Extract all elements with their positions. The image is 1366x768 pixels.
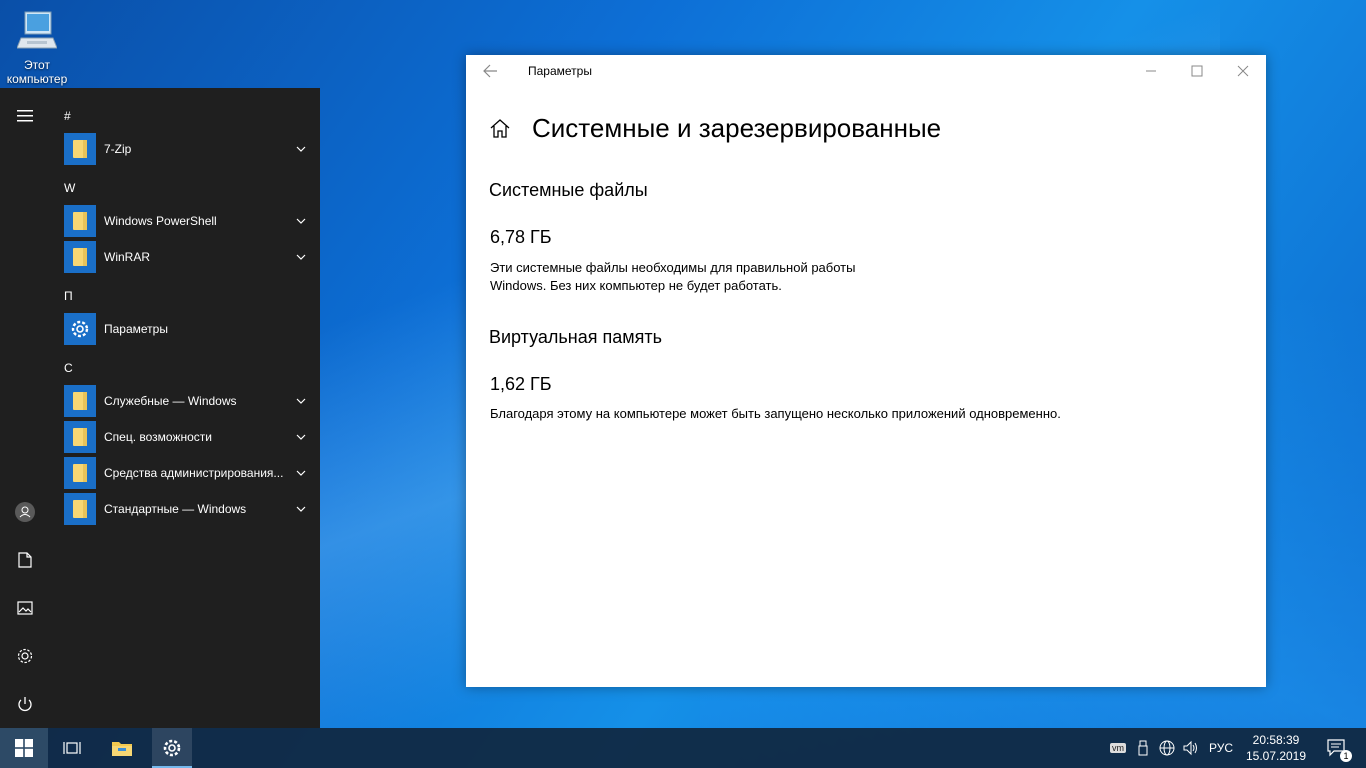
- settings-window: Параметры Системные и зарезервированные …: [466, 55, 1266, 687]
- chevron-down-icon[interactable]: [294, 394, 308, 408]
- user-icon[interactable]: [0, 488, 50, 536]
- app-settings[interactable]: Параметры: [64, 313, 310, 345]
- windows-start-button[interactable]: [0, 728, 48, 768]
- documents-icon[interactable]: [0, 536, 50, 584]
- back-arrow-icon[interactable]: [478, 63, 502, 79]
- settings-taskbar-button[interactable]: [152, 728, 192, 768]
- section-title-virtual-memory: Виртуальная память: [489, 327, 663, 347]
- app-accessories-windows[interactable]: Служебные — Windows: [64, 385, 310, 417]
- maximize-icon[interactable]: [1174, 55, 1220, 87]
- app-7zip[interactable]: 7-Zip: [64, 133, 310, 165]
- virtual-memory-size: 1,62 ГБ: [490, 374, 552, 394]
- action-center-button[interactable]: 1: [1320, 728, 1354, 768]
- gear-icon: [163, 739, 181, 757]
- app-windows-powershell[interactable]: Windows PowerShell: [64, 205, 310, 237]
- virtual-memory-description: Благодаря этому на компьютере может быть…: [490, 405, 1210, 423]
- folder-icon: [64, 457, 96, 489]
- app-winrar[interactable]: WinRAR: [64, 241, 310, 273]
- power-icon[interactable]: [0, 680, 50, 728]
- file-explorer-button[interactable]: [102, 728, 142, 768]
- chevron-down-icon[interactable]: [294, 502, 308, 516]
- app-label: WinRAR: [104, 250, 151, 264]
- settings-icon[interactable]: [0, 632, 50, 680]
- desktop-icon-label-2: компьютер: [6, 72, 68, 86]
- language-indicator[interactable]: РУС: [1206, 728, 1236, 768]
- file-explorer-icon: [112, 742, 132, 756]
- network-globe-icon[interactable]: [1157, 728, 1177, 768]
- system-files-description: Эти системные файлы необходимы для прави…: [490, 259, 910, 295]
- vm-badge: vm: [1110, 743, 1126, 753]
- folder-icon: [64, 133, 96, 165]
- notification-count-badge: 1: [1340, 750, 1352, 762]
- system-files-size: 6,78 ГБ: [490, 227, 552, 247]
- description-line: Эти системные файлы необходимы для прави…: [490, 260, 856, 275]
- chevron-down-icon[interactable]: [294, 466, 308, 480]
- desktop-icon-label-1: Этот: [24, 58, 50, 72]
- chevron-down-icon[interactable]: [294, 250, 308, 264]
- clock-date: 15.07.2019: [1245, 749, 1307, 763]
- group-header-s[interactable]: С: [64, 361, 73, 375]
- usb-icon[interactable]: [1134, 728, 1152, 768]
- volume-icon[interactable]: [1181, 728, 1201, 768]
- description-line: Windows. Без них компьютер не будет рабо…: [490, 278, 782, 293]
- vm-tray-icon[interactable]: vm: [1108, 728, 1128, 768]
- group-header-hash[interactable]: #: [64, 109, 71, 123]
- clock-time: 20:58:39: [1252, 733, 1300, 747]
- group-header-p[interactable]: П: [64, 289, 73, 303]
- app-label: Параметры: [104, 322, 168, 336]
- taskbar: vm РУС 20:58:39 15.07.2019 1: [0, 728, 1366, 768]
- gear-icon: [64, 313, 96, 345]
- computer-icon: [16, 8, 58, 56]
- title-bar[interactable]: Параметры: [466, 55, 1266, 87]
- section-title-system-files: Системные файлы: [489, 180, 648, 200]
- app-label: Спец. возможности: [104, 430, 212, 444]
- folder-icon: [64, 385, 96, 417]
- minimize-icon[interactable]: [1128, 55, 1174, 87]
- windows-logo-icon: [15, 739, 33, 757]
- group-header-w[interactable]: W: [64, 181, 75, 195]
- app-label: Средства администрирования...: [104, 466, 284, 480]
- app-accessibility[interactable]: Спец. возможности: [64, 421, 310, 453]
- app-standard-windows[interactable]: Стандартные — Windows: [64, 493, 310, 525]
- home-icon[interactable]: [488, 117, 512, 139]
- folder-icon: [64, 493, 96, 525]
- chevron-down-icon[interactable]: [294, 214, 308, 228]
- task-view-button[interactable]: [52, 728, 92, 768]
- app-label: Стандартные — Windows: [104, 502, 247, 516]
- app-label: Windows PowerShell: [104, 214, 217, 228]
- pictures-icon[interactable]: [0, 584, 50, 632]
- app-admin-tools[interactable]: Средства администрирования...: [64, 457, 310, 489]
- app-label: 7-Zip: [104, 142, 132, 156]
- desktop-icon-this-pc[interactable]: Этот компьютер: [4, 8, 70, 86]
- task-view-icon: [63, 742, 81, 754]
- start-menu: # 7-Zip W Windows PowerShell WinRAR П Па…: [0, 88, 320, 728]
- chevron-down-icon[interactable]: [294, 142, 308, 156]
- window-title: Параметры: [528, 64, 592, 78]
- clock[interactable]: 20:58:39 15.07.2019: [1240, 732, 1312, 764]
- start-rail: [0, 88, 50, 728]
- app-label: Служебные — Windows: [104, 394, 237, 408]
- hamburger-icon[interactable]: [0, 92, 50, 140]
- folder-icon: [64, 421, 96, 453]
- close-icon[interactable]: [1220, 55, 1266, 87]
- page-title: Системные и зарезервированные: [532, 113, 942, 143]
- folder-icon: [64, 241, 96, 273]
- description-line: Благодаря этому на компьютере может быть…: [490, 406, 1061, 421]
- chevron-down-icon[interactable]: [294, 430, 308, 444]
- folder-icon: [64, 205, 96, 237]
